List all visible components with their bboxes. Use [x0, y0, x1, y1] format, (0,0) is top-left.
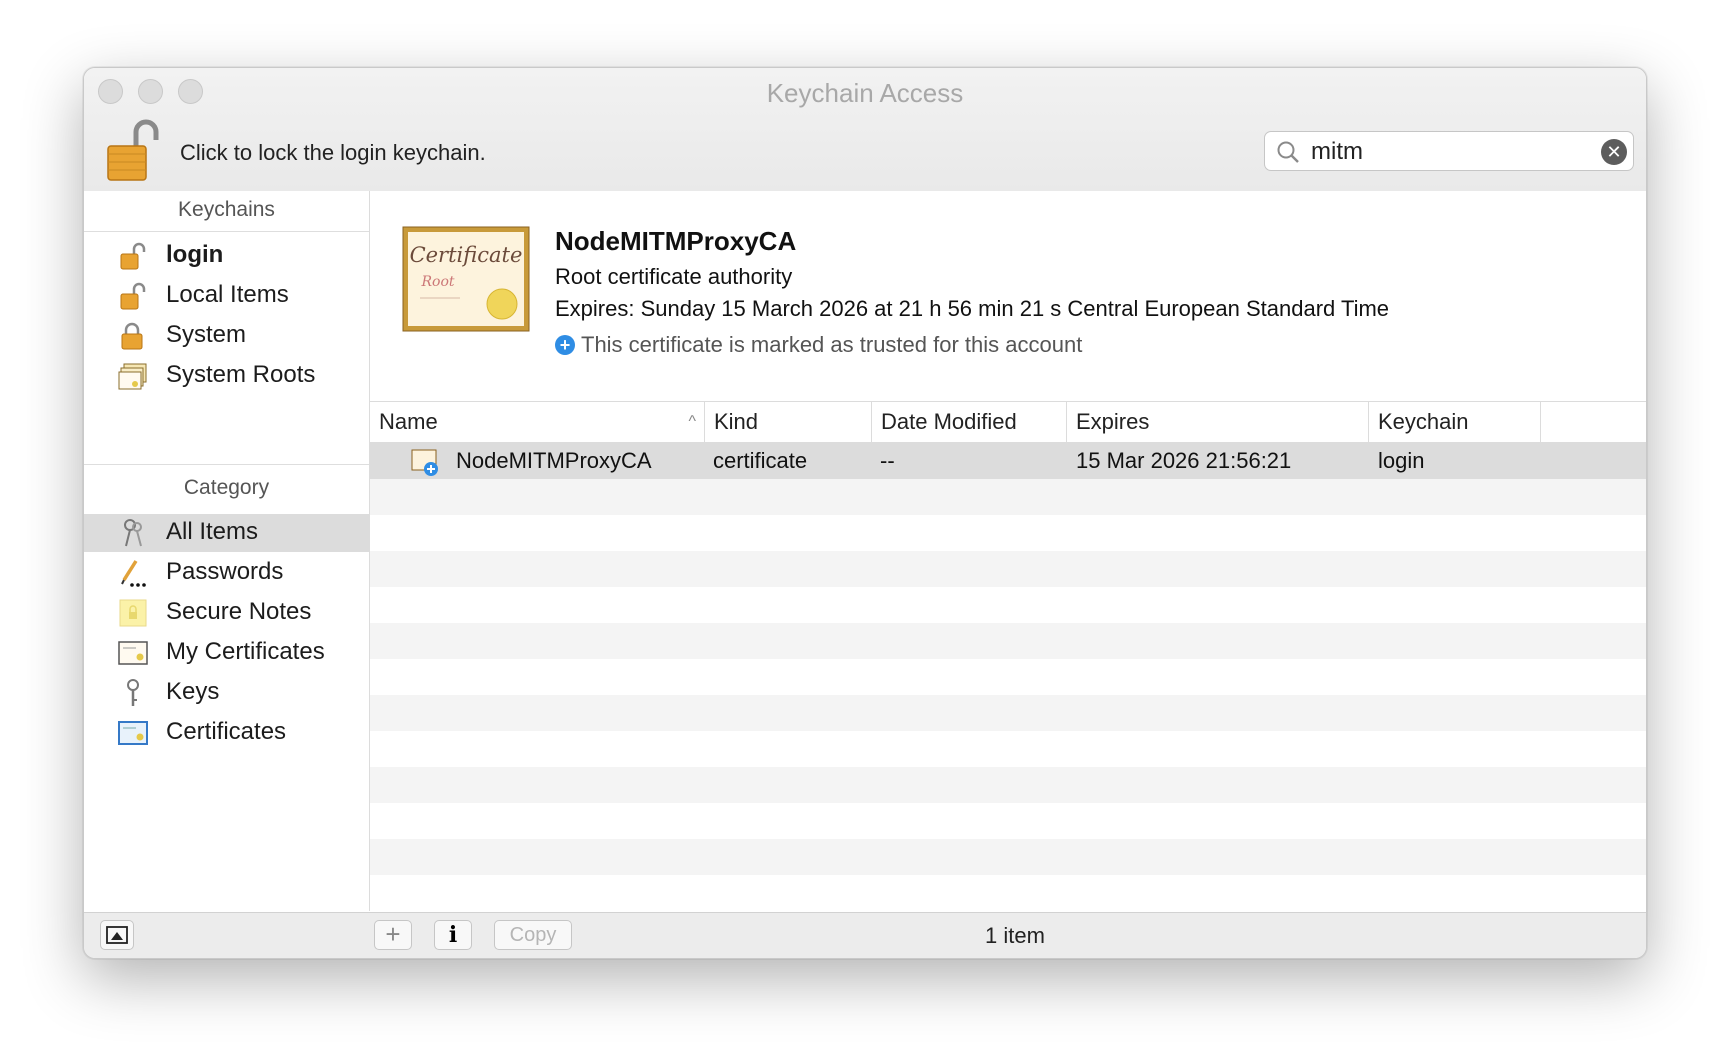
empty-row: [370, 587, 1646, 623]
cell-name: NodeMITMProxyCA: [456, 448, 652, 473]
sidebar-item-system[interactable]: System: [84, 317, 369, 355]
certificate-detail: Certificate Root NodeMITMProxyCA Root ce…: [370, 191, 1646, 401]
sidebar-item-login[interactable]: login: [84, 237, 369, 275]
column-header-label: Expires: [1076, 409, 1150, 434]
sidebar-item-keys[interactable]: Keys: [84, 674, 369, 712]
column-header-label: Date Modified: [881, 409, 1017, 434]
column-header-date-modified[interactable]: Date Modified: [872, 402, 1067, 442]
cell-expires: 15 Mar 2026 21:56:21: [1076, 448, 1292, 473]
certificate-image-subtitle: Root: [420, 274, 454, 290]
note-icon: [119, 599, 147, 627]
empty-row: [370, 875, 1646, 911]
sidebar-item-label: Secure Notes: [166, 598, 312, 625]
column-header-label: Name: [379, 409, 438, 434]
certificate-name: NodeMITMProxyCA: [555, 226, 797, 256]
category-heading: Category: [183, 476, 270, 499]
certificate-stack-icon: [118, 363, 147, 390]
unlocked-padlock-icon[interactable]: [106, 118, 160, 182]
sidebar-item-certificates[interactable]: Certificates: [84, 714, 369, 752]
sidebar-item-label: Passwords: [166, 558, 284, 585]
divider: [84, 231, 369, 232]
sidebar-item-label: Keys: [166, 678, 220, 705]
column-header-kind[interactable]: Kind: [705, 402, 872, 442]
items-table: Name ^ Kind Date Modified Expires Keycha…: [370, 401, 1646, 912]
sidebar-item-label: My Certificates: [166, 638, 325, 665]
item-count-status: 1 item: [985, 923, 1045, 948]
empty-row: [370, 623, 1646, 659]
cell-date-modified: --: [880, 448, 895, 473]
table-row[interactable]: NodeMITMProxyCA certificate -- 15 Mar 20…: [370, 443, 1646, 479]
table-header: Name ^ Kind Date Modified Expires Keycha…: [370, 402, 1646, 443]
empty-row: [370, 551, 1646, 587]
certificate-person-icon: [118, 641, 148, 665]
search-field[interactable]: mitm ✕: [1264, 131, 1634, 171]
search-input[interactable]: mitm: [1311, 138, 1363, 166]
keychains-heading: Keychains: [178, 198, 275, 221]
column-header-keychain[interactable]: Keychain: [1369, 402, 1541, 442]
sidebar-item-secure-notes[interactable]: Secure Notes: [84, 594, 369, 632]
table-body: NodeMITMProxyCA certificate -- 15 Mar 20…: [370, 443, 1646, 912]
sidebar-item-label: System Roots: [166, 361, 316, 388]
trusted-plus-icon: +: [555, 335, 575, 355]
empty-row: [370, 731, 1646, 767]
cell-kind: certificate: [713, 448, 808, 473]
sidebar-item-my-certificates[interactable]: My Certificates: [84, 634, 369, 672]
cell-keychain: login: [1378, 448, 1425, 473]
trust-status-text: This certificate is marked as trusted fo…: [581, 332, 1083, 357]
lock-message[interactable]: Click to lock the login keychain.: [180, 140, 486, 166]
sidebar-item-label: System: [166, 321, 247, 348]
trust-status: + This certificate is marked as trusted f…: [555, 332, 1082, 358]
search-icon: [1277, 141, 1299, 163]
certificate-image-title: Certificate: [410, 243, 523, 267]
window-title: Keychain Access: [766, 78, 964, 108]
sidebar-item-all-items[interactable]: All Items: [84, 514, 369, 552]
certificate-kind: Root certificate authority: [555, 264, 793, 289]
keychain-window: Keychain Access Click to lock the login …: [83, 67, 1647, 959]
locked-padlock-icon: [121, 322, 143, 350]
sidebar-item-passwords[interactable]: Passwords: [84, 554, 369, 592]
empty-row: [370, 803, 1646, 839]
clear-search-icon[interactable]: ✕: [1601, 139, 1627, 165]
column-header-name[interactable]: Name ^: [370, 402, 705, 442]
column-header-label: Keychain: [1378, 409, 1469, 434]
unlocked-padlock-icon: [120, 242, 146, 270]
sidebar-item-label: login: [166, 241, 224, 268]
certificate-icon: [118, 721, 148, 745]
sidebar-item-system-roots[interactable]: System Roots: [84, 357, 369, 395]
empty-row: [370, 515, 1646, 551]
title-toolbar: Keychain Access Click to lock the login …: [84, 68, 1646, 192]
certificate-icon: Certificate Root: [402, 226, 530, 332]
column-header-expires[interactable]: Expires: [1067, 402, 1369, 442]
bottom-bar: + i Copy 1 item: [84, 912, 1646, 958]
divider: [84, 464, 369, 465]
column-header-label: Kind: [714, 409, 759, 434]
key-icon: [127, 679, 139, 706]
sidebar-item-local-items[interactable]: Local Items: [84, 277, 369, 315]
keys-icon: [124, 519, 142, 547]
sidebar: Keychains login Local Items System Syste…: [84, 191, 370, 911]
empty-row: [370, 695, 1646, 731]
sidebar-item-label: Certificates: [166, 718, 287, 745]
sidebar-item-label: Local Items: [166, 281, 289, 308]
sort-ascending-icon: ^: [688, 413, 696, 430]
sidebar-item-label: All Items: [166, 518, 259, 545]
empty-row: [370, 659, 1646, 695]
empty-row: [370, 839, 1646, 875]
certificate-trusted-icon: [411, 449, 438, 476]
empty-row: [370, 767, 1646, 803]
pencil-dots-icon: [121, 560, 146, 587]
unlocked-padlock-icon: [120, 282, 146, 310]
empty-row: [370, 479, 1646, 515]
certificate-expiry: Expires: Sunday 15 March 2026 at 21 h 56…: [555, 296, 1390, 321]
